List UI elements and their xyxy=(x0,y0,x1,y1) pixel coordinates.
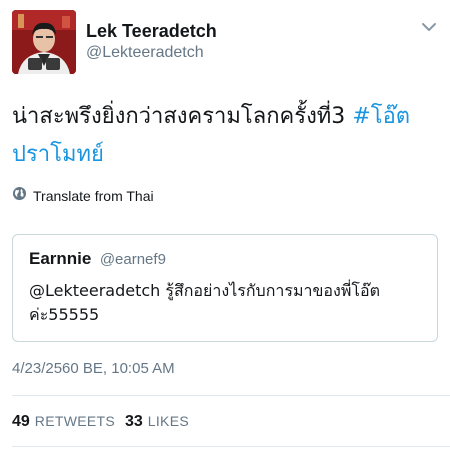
author-names[interactable]: Lek Teeradetch @Lekteeradetch xyxy=(86,20,217,63)
quoted-text: @Lekteeradetch รู้สึกอย่างไรกับการมาของพ… xyxy=(29,281,380,324)
translate-button[interactable]: Translate from Thai xyxy=(12,186,154,206)
globe-icon xyxy=(12,186,27,206)
avatar-photo xyxy=(12,10,76,74)
author-display-name[interactable]: Lek Teeradetch xyxy=(86,20,217,42)
retweets-stat[interactable]: 49 RETWEETS xyxy=(12,413,115,431)
likes-label: LIKES xyxy=(147,413,189,429)
tweet-text: น่าสะพรึงยิ่งกว่าสงครามโลกครั้งที่3 #โอ๊… xyxy=(12,98,440,174)
quoted-author: Earnnie @earnef9 xyxy=(29,249,166,269)
retweets-label: RETWEETS xyxy=(34,413,115,429)
likes-count: 33 xyxy=(124,413,143,430)
divider xyxy=(12,395,450,396)
divider xyxy=(12,446,450,447)
chevron-down-icon[interactable] xyxy=(420,18,438,36)
quoted-tweet[interactable]: Earnnie @earnef9 @Lekteeradetch รู้สึกอย… xyxy=(12,234,438,342)
avatar[interactable] xyxy=(12,10,76,74)
tweet-body: น่าสะพรึงยิ่งกว่าสงครามโลกครั้งที่3 xyxy=(12,104,353,129)
tweet-timestamp[interactable]: 4/23/2560 BE, 10:05 AM xyxy=(12,360,175,377)
translate-label: Translate from Thai xyxy=(33,188,154,204)
tweet-header: Lek Teeradetch @Lekteeradetch xyxy=(12,10,438,76)
retweets-count: 49 xyxy=(12,413,30,430)
quoted-handle[interactable]: @earnef9 xyxy=(100,251,166,268)
engagement-stats: 49 RETWEETS 33 LIKES xyxy=(12,413,199,431)
likes-stat[interactable]: 33 LIKES xyxy=(125,413,189,431)
quoted-display-name[interactable]: Earnnie xyxy=(29,249,91,268)
author-handle[interactable]: @Lekteeradetch xyxy=(86,43,217,63)
